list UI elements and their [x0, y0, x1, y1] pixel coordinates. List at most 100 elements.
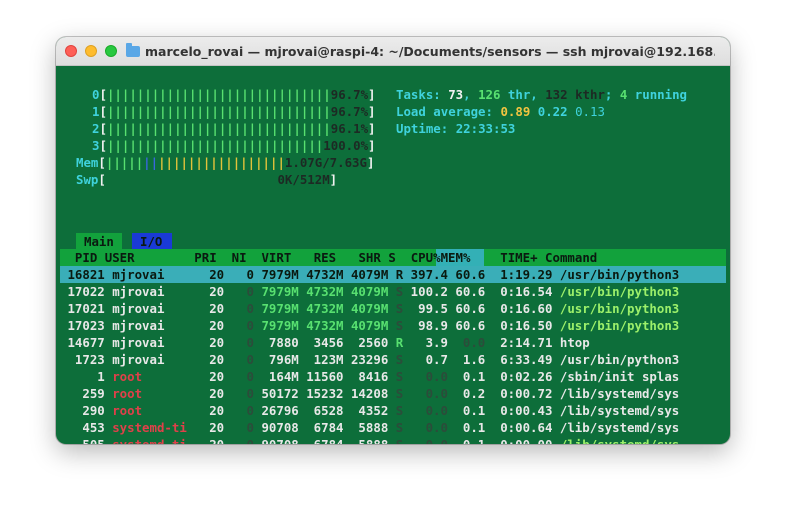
- cell-time: 0:02.26: [485, 369, 560, 384]
- cell-cpu: 0.0: [403, 437, 448, 444]
- col-res[interactable]: RES: [314, 250, 336, 265]
- cpu-meter-2: 2[||||||||||||||||||||||||||||||96.1%]: [92, 121, 376, 136]
- cell-shr: 4352: [343, 403, 389, 418]
- cell-shr: 4079M: [343, 284, 389, 299]
- table-row[interactable]: 290 root 20 0 26796 6528 4352 S 0.0 0.1 …: [60, 402, 679, 419]
- cell-time: 0:00.43: [485, 403, 560, 418]
- col-pid[interactable]: PID: [60, 250, 105, 265]
- cell-virt: 796M: [253, 352, 299, 367]
- cell-ni: 0: [224, 403, 254, 418]
- column-header[interactable]: PID USER PRI NI VIRT RES SHR S CPU%MEM% …: [60, 249, 597, 266]
- cell-ni: 0: [224, 301, 254, 316]
- cell-virt: 7979M: [253, 267, 299, 282]
- tab-io[interactable]: I/O: [140, 233, 162, 250]
- cell-mem: 60.6: [447, 318, 486, 333]
- cell-virt: 90708: [253, 420, 299, 435]
- window-title: marcelo_rovai — mjrovai@raspi-4: ~/Docum…: [145, 43, 715, 59]
- cell-res: 6784: [298, 420, 344, 435]
- cell-mem: 60.6: [447, 284, 486, 299]
- cell-s: S: [388, 352, 404, 367]
- cell-s: S: [388, 318, 404, 333]
- cell-cmd: /lib/systemd/sys: [559, 403, 680, 418]
- cell-user: mjrovai: [112, 318, 187, 333]
- cell-pid: 17022: [60, 284, 113, 299]
- cell-shr: 4079M: [343, 318, 389, 333]
- col-s[interactable]: S: [388, 250, 395, 265]
- table-row[interactable]: 17022 mjrovai 20 0 7979M 4732M 4079M S 1…: [60, 283, 679, 300]
- cell-user: root: [112, 369, 187, 384]
- cell-shr: 4079M: [343, 267, 389, 282]
- table-row[interactable]: 16821 mjrovai 20 0 7979M 4732M 4079M R 3…: [60, 266, 679, 283]
- col-command[interactable]: Command: [545, 250, 597, 265]
- cell-res: 4732M: [298, 284, 344, 299]
- swap-meter: Swp[ 0K/512M]: [76, 172, 338, 187]
- table-row[interactable]: 14677 mjrovai 20 0 7880 3456 2560 R 3.9 …: [60, 334, 590, 351]
- cell-user: systemd-ti: [112, 437, 187, 444]
- zoom-icon[interactable]: [105, 45, 117, 57]
- cpu-meter-1: 1[||||||||||||||||||||||||||||||96.7%]: [92, 104, 376, 119]
- table-row[interactable]: 1 root 20 0 164M 11560 8416 S 0.0 0.1 0:…: [60, 368, 679, 385]
- cell-time: 0:16.54: [485, 284, 560, 299]
- cell-ni: 0: [224, 386, 254, 401]
- cell-ni: 0: [224, 420, 254, 435]
- cell-cpu: 397.4: [403, 267, 448, 282]
- cell-cmd: /lib/systemd/sys: [559, 420, 680, 435]
- col-ni[interactable]: NI: [232, 250, 247, 265]
- cell-time: 0:00.00: [485, 437, 560, 444]
- col-shr[interactable]: SHR: [358, 250, 380, 265]
- table-row[interactable]: 17021 mjrovai 20 0 7979M 4732M 4079M S 9…: [60, 300, 679, 317]
- table-row[interactable]: 1723 mjrovai 20 0 796M 123M 23296 S 0.7 …: [60, 351, 679, 368]
- cpu-meter-3: 3[|||||||||||||||||||||||||||||100.0%]: [92, 138, 376, 153]
- minimize-icon[interactable]: [85, 45, 97, 57]
- table-row[interactable]: 505 systemd-ti 20 0 90708 6784 5888 S 0.…: [60, 436, 679, 444]
- cell-virt: 50172: [253, 386, 299, 401]
- cell-pid: 290: [60, 403, 113, 418]
- terminal-window: marcelo_rovai — mjrovai@raspi-4: ~/Docum…: [56, 37, 730, 444]
- cell-s: S: [388, 369, 404, 384]
- cell-ni: 0: [224, 352, 254, 367]
- close-icon[interactable]: [65, 45, 77, 57]
- cell-virt: 7880: [253, 335, 299, 350]
- title-bar[interactable]: marcelo_rovai — mjrovai@raspi-4: ~/Docum…: [56, 37, 730, 66]
- htop-screen[interactable]: 0[||||||||||||||||||||||||||||||96.7%] 1…: [56, 66, 730, 444]
- col-cpu[interactable]: CPU%: [411, 250, 441, 265]
- cell-ni: 0: [224, 267, 254, 282]
- col-pri[interactable]: PRI: [194, 250, 216, 265]
- cell-virt: 26796: [253, 403, 299, 418]
- cell-virt: 7979M: [253, 318, 299, 333]
- cell-virt: 90708: [254, 437, 298, 444]
- col-user[interactable]: USER: [105, 250, 135, 265]
- tasks-summary: Tasks: 73, 126 thr, 132 kthr; 4 running: [396, 87, 687, 102]
- col-time[interactable]: TIME+: [500, 250, 537, 265]
- cell-pri: 20: [186, 369, 225, 384]
- cell-pid: 1723: [60, 352, 113, 367]
- cell-pid: 14677: [60, 335, 113, 350]
- cell-cpu: 0.0: [403, 420, 448, 435]
- cell-res: 6528: [298, 403, 344, 418]
- col-virt[interactable]: VIRT: [261, 250, 291, 265]
- cell-time: 1:19.29: [485, 267, 560, 282]
- cell-time: 0:16.60: [485, 301, 560, 316]
- cell-s: S: [388, 386, 404, 401]
- cell-pid: 1: [60, 369, 113, 384]
- cell-shr: 23296: [343, 352, 389, 367]
- table-row[interactable]: 453 systemd-ti 20 0 90708 6784 5888 S 0.…: [60, 419, 679, 436]
- cell-res: 15232: [298, 386, 344, 401]
- cell-res: 3456: [298, 335, 344, 350]
- cell-res: 4732M: [298, 301, 344, 316]
- cell-user: mjrovai: [112, 335, 187, 350]
- table-row[interactable]: 259 root 20 0 50172 15232 14208 S 0.0 0.…: [60, 385, 679, 402]
- tab-main[interactable]: Main: [84, 233, 114, 250]
- col-mem[interactable]: MEM%: [441, 250, 471, 265]
- table-row[interactable]: 17023 mjrovai 20 0 7979M 4732M 4079M S 9…: [60, 317, 679, 334]
- cell-pid: 453: [60, 420, 113, 435]
- cell-s: R: [388, 267, 404, 282]
- cell-user: mjrovai: [112, 284, 187, 299]
- cell-mem: 0.2: [447, 386, 486, 401]
- cell-cmd: /usr/bin/python3: [559, 284, 680, 299]
- cell-pri: 20: [186, 335, 225, 350]
- cell-mem: 0.1: [447, 420, 486, 435]
- cell-mem: 1.6: [447, 352, 486, 367]
- cell-cmd: htop: [559, 335, 590, 350]
- cell-mem: 60.6: [447, 267, 486, 282]
